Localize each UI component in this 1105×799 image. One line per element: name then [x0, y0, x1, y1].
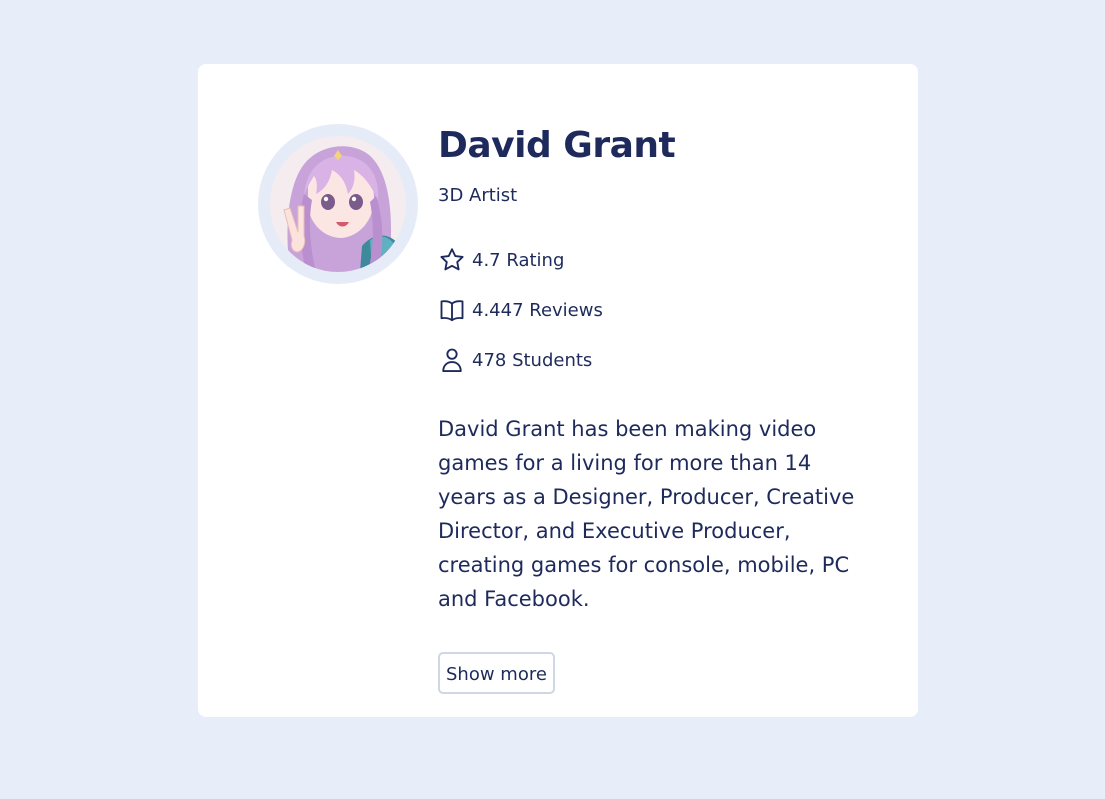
star-icon — [438, 246, 466, 274]
profile-role: 3D Artist — [438, 185, 518, 206]
stat-rating-label: 4.7 Rating — [472, 249, 565, 271]
stat-reviews-label: 4.447 Reviews — [472, 299, 603, 321]
anime-girl-avatar-icon — [270, 136, 406, 272]
stat-reviews: 4.447 Reviews — [438, 298, 868, 322]
profile-bio: David Grant has been making video games … — [438, 417, 855, 611]
stat-students-label: 478 Students — [472, 349, 593, 371]
avatar — [270, 136, 406, 272]
open-book-icon — [438, 296, 466, 324]
profile-card: David Grant 3D Artist 4.7 Rating 4.447 R… — [198, 64, 918, 717]
stat-students: 478 Students — [438, 346, 868, 374]
user-icon — [438, 346, 466, 374]
profile-info: David Grant 3D Artist 4.7 Rating 4.447 R… — [438, 124, 868, 694]
show-more-button[interactable]: Show more — [438, 652, 555, 694]
avatar-ring — [258, 124, 418, 284]
stat-rating: 4.7 Rating — [438, 248, 868, 272]
profile-name: David Grant — [438, 125, 676, 166]
stats-list: 4.7 Rating 4.447 Reviews 478 Students — [438, 248, 868, 374]
